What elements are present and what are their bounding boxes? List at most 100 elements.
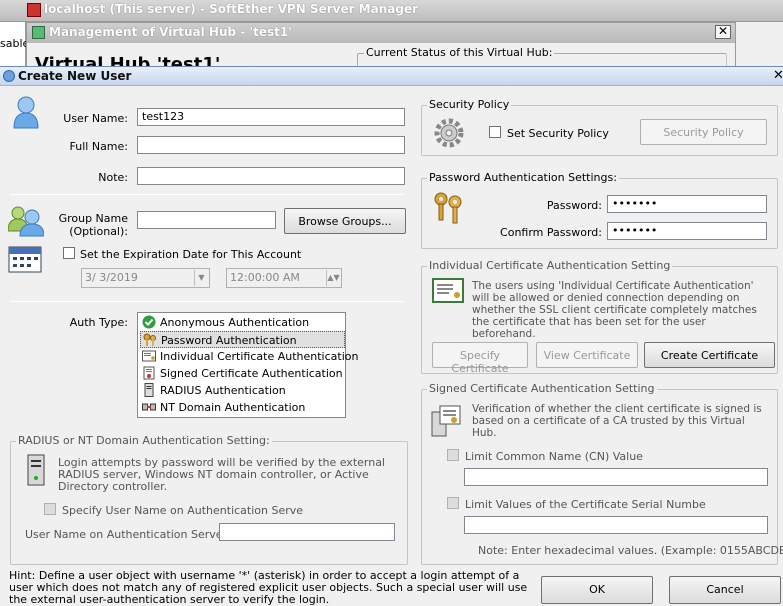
limit-cn-checkbox[interactable]	[447, 449, 459, 461]
certificate-icon	[142, 350, 156, 362]
auth-type-label: Auth Type:	[69, 316, 128, 329]
fullname-label: Full Name:	[69, 140, 128, 153]
create-new-user-dialog: Create New User ✕ User Name: test123 Ful…	[0, 66, 783, 606]
security-policy-group: Security Policy Set Security Policy Secu…	[421, 98, 778, 156]
background-text: sable	[0, 37, 30, 50]
limit-cn-label: Limit Common Name (CN) Value	[465, 450, 643, 463]
dialog-close-button[interactable]: ✕	[773, 68, 783, 83]
browse-groups-label: Browse Groups...	[298, 215, 392, 228]
dialog-titlebar: Create New User ✕	[0, 67, 783, 86]
auth-type-item-anonymous[interactable]: Anonymous Authentication	[140, 314, 345, 331]
hub-window-titlebar: Management of Virtual Hub - 'test1' ✕	[27, 23, 735, 43]
divider	[10, 301, 404, 302]
password-input[interactable]: •••••••	[607, 195, 767, 213]
individual-cert-description: The users using 'Individual Certificate …	[472, 280, 757, 340]
server-manager-titlebar: localhost (This server) - SoftEther VPN …	[0, 0, 783, 22]
check-icon	[142, 315, 156, 329]
auth-type-item-signed-cert[interactable]: Signed Certificate Authentication	[140, 365, 345, 382]
radius-settings-group: RADIUS or NT Domain Authentication Setti…	[10, 434, 408, 565]
expiration-time-value: 12:00:00 AM	[230, 271, 300, 284]
specify-certificate-button[interactable]: Specify Certificate	[432, 342, 528, 375]
limit-serial-input[interactable]	[464, 516, 768, 534]
browse-groups-button[interactable]: Browse Groups...	[284, 208, 406, 234]
user-icon	[3, 70, 15, 82]
hex-note: Note: Enter hexadecimal values. (Example…	[478, 544, 783, 557]
auth-type-item-label: RADIUS Authentication	[160, 384, 286, 397]
dialog-title: Create New User	[18, 69, 132, 83]
auth-type-item-nt-domain[interactable]: NT Domain Authentication	[140, 399, 345, 416]
auth-type-item-password[interactable]: Password Authentication	[140, 331, 345, 348]
limit-serial-checkbox[interactable]	[447, 497, 459, 509]
calendar-icon	[8, 246, 42, 273]
security-policy-title: Security Policy	[427, 98, 512, 111]
chevron-down-icon[interactable]: ▼	[194, 270, 208, 286]
hub-management-window: Management of Virtual Hub - 'test1' ✕ Vi…	[26, 22, 736, 75]
spin-buttons-icon[interactable]: ▲▼	[326, 270, 340, 286]
group-icon	[8, 206, 44, 237]
radius-group-title: RADIUS or NT Domain Authentication Setti…	[16, 434, 272, 447]
domain-icon	[142, 403, 156, 411]
expiration-time-picker[interactable]: 12:00:00 AM ▲▼	[226, 268, 342, 288]
auth-server-username-input[interactable]	[219, 523, 395, 541]
limit-serial-label: Limit Values of the Certificate Serial N…	[465, 498, 706, 511]
specify-username-checkbox[interactable]	[44, 503, 56, 515]
password-auth-group: Password Authentication Settings: Passwo…	[421, 171, 778, 249]
confirm-password-input[interactable]: •••••••	[607, 222, 767, 240]
server-manager-title: localhost (This server) - SoftEther VPN …	[44, 2, 419, 16]
signed-cert-icon	[143, 366, 155, 380]
signed-cert-group: Signed Certificate Authentication Settin…	[421, 382, 783, 565]
auth-type-list[interactable]: Anonymous Authentication Password Authen…	[137, 312, 358, 418]
expiration-checkbox[interactable]	[63, 247, 75, 259]
auth-type-item-label: NT Domain Authentication	[160, 401, 306, 414]
set-security-policy-label: Set Security Policy	[507, 127, 609, 140]
username-label: User Name:	[63, 112, 128, 125]
password-auth-title: Password Authentication Settings:	[427, 171, 619, 184]
gear-icon	[434, 118, 464, 148]
radius-description: Login attempts by password will be verif…	[58, 456, 385, 493]
set-security-policy-checkbox[interactable]	[489, 126, 501, 138]
expiration-label: Set the Expiration Date for This Account	[80, 248, 302, 261]
group-label-optional: (Optional):	[69, 225, 128, 238]
auth-type-item-label: Individual Certificate Authentication	[160, 350, 359, 363]
security-policy-button[interactable]: Security Policy	[640, 119, 767, 145]
create-certificate-button[interactable]: Create Certificate	[644, 342, 775, 368]
expiration-date-picker[interactable]: 3/ 3/2019 ▼	[81, 268, 210, 288]
view-certificate-button[interactable]: View Certificate	[536, 342, 638, 368]
confirm-password-label: Confirm Password:	[500, 226, 602, 239]
auth-type-item-label: Password Authentication	[161, 334, 297, 347]
auth-type-item-individual-cert[interactable]: Individual Certificate Authentication	[140, 348, 358, 365]
username-input[interactable]: test123	[137, 108, 405, 126]
current-status-label: Current Status of this Virtual Hub:	[364, 46, 555, 59]
group-name-input[interactable]	[137, 211, 276, 229]
divider	[10, 194, 404, 195]
note-input[interactable]	[137, 167, 405, 185]
specify-username-label: Specify User Name on Authentication Serv…	[62, 504, 304, 517]
individual-cert-group: Individual Certificate Authentication Se…	[421, 259, 778, 375]
keys-icon	[434, 192, 462, 224]
softether-app-icon	[27, 3, 41, 17]
hub-window-close-button[interactable]: ✕	[715, 25, 731, 39]
auth-type-item-label: Signed Certificate Authentication	[160, 367, 343, 380]
auth-type-item-radius[interactable]: RADIUS Authentication	[140, 382, 345, 399]
individual-cert-title: Individual Certificate Authentication Se…	[427, 259, 673, 272]
user-icon	[13, 96, 39, 129]
auth-server-username-label: User Name on Authentication Server:	[25, 528, 231, 541]
limit-cn-input[interactable]	[464, 468, 768, 486]
security-policy-button-label: Security Policy	[663, 126, 744, 139]
hint-text: Hint: Define a user object with username…	[9, 570, 528, 606]
signed-cert-icon	[431, 405, 461, 437]
cancel-label: Cancel	[706, 583, 744, 596]
fullname-input[interactable]	[137, 136, 405, 154]
ok-label: OK	[589, 583, 605, 596]
auth-type-item-label: Anonymous Authentication	[160, 316, 310, 329]
ok-button[interactable]: OK	[541, 576, 653, 604]
certificate-icon	[432, 278, 464, 303]
cancel-button[interactable]: Cancel	[669, 576, 781, 604]
server-icon	[144, 383, 154, 397]
specify-certificate-label: Specify Certificate	[451, 349, 509, 375]
password-label: Password:	[546, 199, 602, 212]
create-certificate-label: Create Certificate	[660, 349, 759, 362]
signed-cert-description: Verification of whether the client certi…	[472, 403, 762, 439]
keys-icon	[143, 333, 156, 346]
hub-window-title: Management of Virtual Hub - 'test1'	[49, 25, 292, 39]
